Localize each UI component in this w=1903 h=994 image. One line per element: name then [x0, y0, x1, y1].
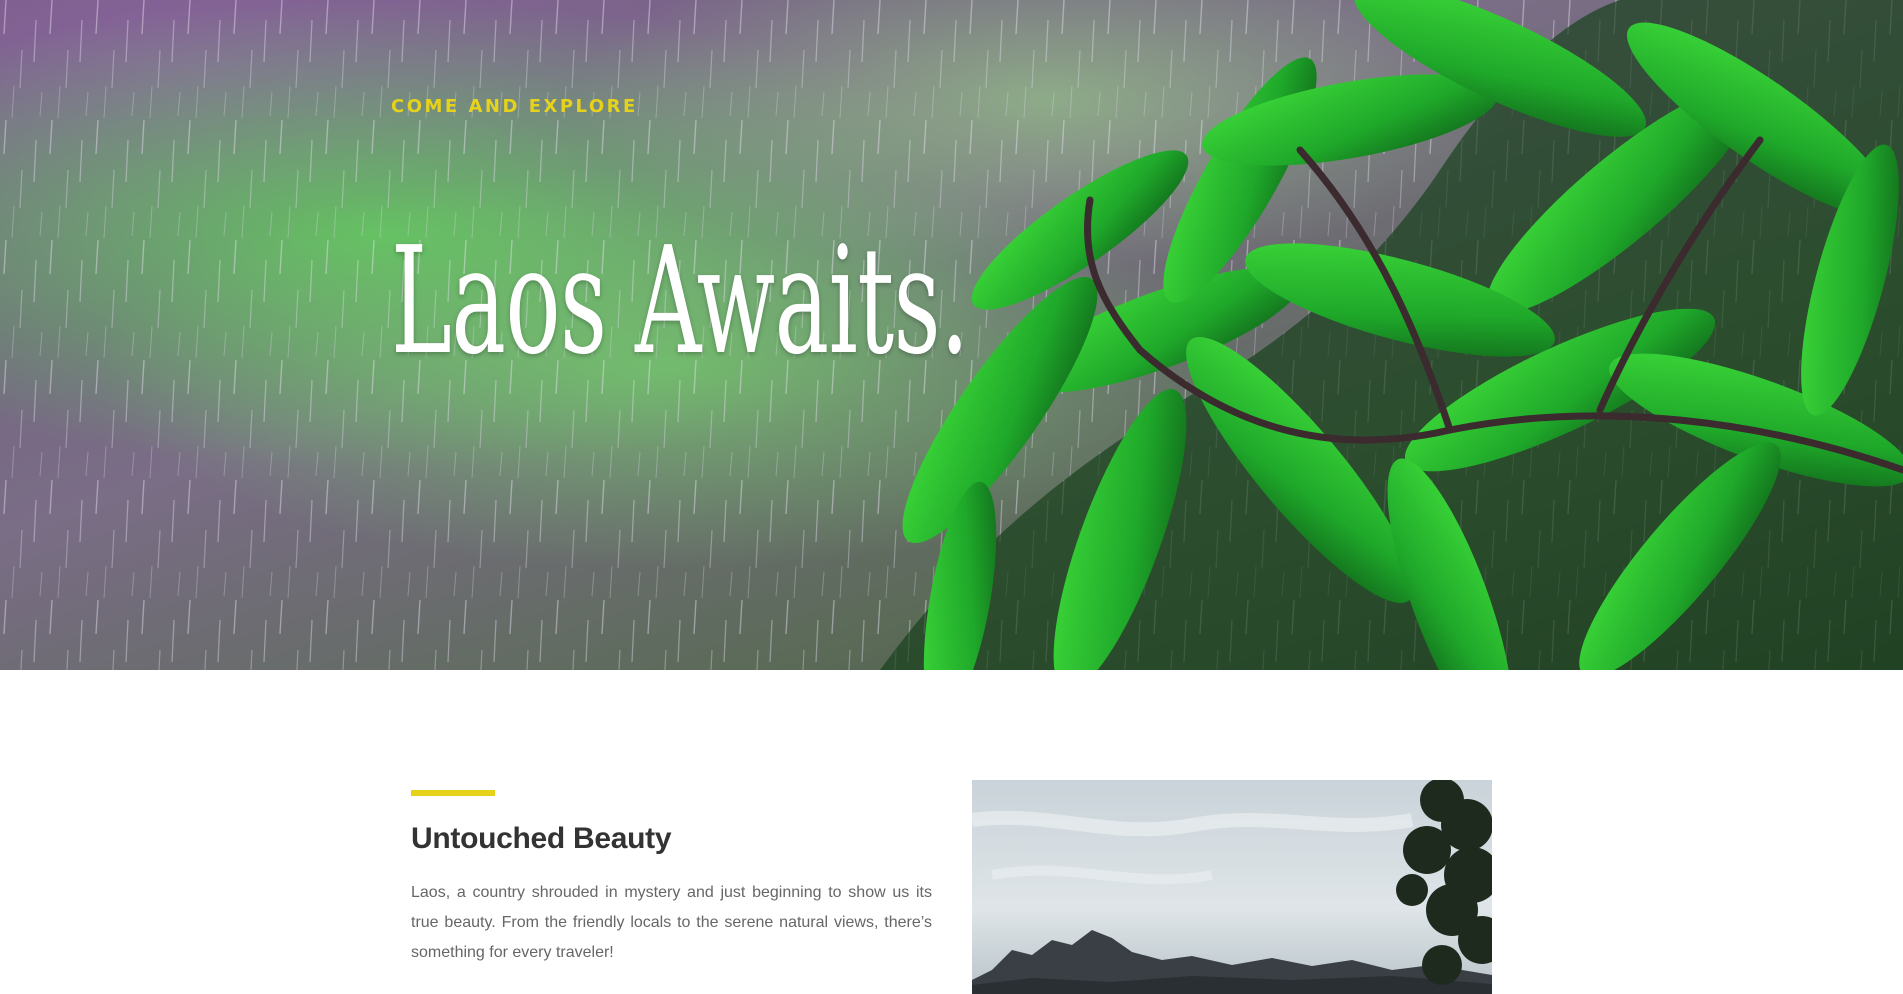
heading-accent-bar — [411, 790, 495, 796]
hero-banner: Come and Explore Laos Awaits. — [0, 0, 1903, 670]
hero-title: Laos Awaits. — [391, 215, 969, 388]
intro-section: Untouched Beauty Laos, a country shroude… — [0, 670, 1903, 994]
hero-eyebrow: Come and Explore — [391, 96, 638, 117]
landscape-photo — [972, 780, 1492, 994]
section-heading: Untouched Beauty — [411, 822, 672, 855]
section-description: Laos, a country shrouded in mystery and … — [411, 884, 932, 961]
